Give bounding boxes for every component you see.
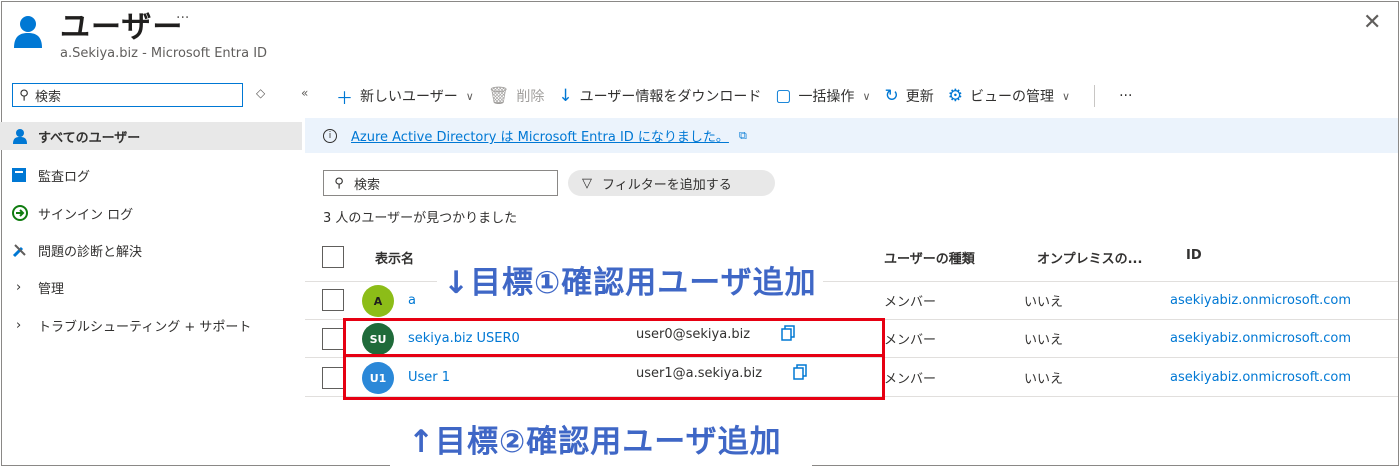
user-name-link[interactable]: a (408, 293, 416, 308)
info-icon: i (323, 128, 337, 143)
page-title: ユーザー (60, 10, 184, 45)
highlight-divider (343, 354, 885, 357)
search-icon: ⚲ (19, 87, 29, 103)
row-checkbox[interactable] (322, 367, 344, 389)
identity-cell[interactable]: asekiyabiz.onmicrosoft.com (1170, 370, 1351, 385)
identity-cell[interactable]: asekiyabiz.onmicrosoft.com (1170, 331, 1351, 346)
sign-in-icon (12, 205, 38, 221)
sidebar-search-input[interactable]: ⚲ 検索 (12, 83, 243, 107)
more-options-icon[interactable]: ··· (176, 10, 189, 26)
refresh-icon: ↻ (884, 86, 899, 106)
goal-1-annotation: ↓目標①確認用ユーザ追加 (437, 257, 823, 302)
external-link-icon: ⧉ (738, 128, 747, 142)
sidebar-collapse-controls[interactable]: ◇ « (256, 86, 324, 100)
user-type-cell: メンバー (884, 333, 937, 348)
chevron-down-icon: ∨ (1062, 89, 1071, 103)
more-commands-button[interactable]: ··· (1119, 88, 1132, 104)
chevron-down-icon: ∨ (862, 89, 871, 103)
row-checkbox[interactable] (322, 328, 344, 350)
user-icon (12, 128, 38, 144)
audit-log-icon (12, 168, 38, 182)
toolbar-divider (1094, 85, 1096, 107)
column-header-user-type[interactable]: ユーザーの種類 (884, 248, 975, 267)
chevron-right-icon: › (16, 279, 22, 295)
sidebar-item-all-users[interactable]: すべてのユーザー (0, 122, 302, 150)
user-type-cell: メンバー (884, 295, 937, 310)
chevron-right-icon: › (16, 317, 22, 333)
result-count: 3 人のユーザーが見つかりました (323, 211, 518, 226)
column-header-on-premises[interactable]: オンプレミスの... (1037, 248, 1142, 267)
on-premises-cell: いいえ (1024, 295, 1064, 310)
filter-icon: ▽ (582, 175, 592, 191)
goal-2-annotation: ↑目標②確認用ユーザ追加 (390, 416, 812, 467)
close-icon[interactable]: ✕ (1363, 10, 1381, 35)
download-users-button[interactable]: ↓ ユーザー情報をダウンロード (558, 86, 761, 106)
refresh-button[interactable]: ↻ 更新 (885, 86, 934, 106)
on-premises-cell: いいえ (1024, 333, 1064, 348)
avatar: A (362, 285, 394, 317)
sidebar-item-troubleshooting[interactable]: › トラブルシューティング + サポート (12, 311, 251, 339)
manage-view-button[interactable]: ⚙ ビューの管理 ∨ (948, 86, 1070, 106)
add-filter-button[interactable]: ▽ フィルターを追加する (568, 170, 775, 196)
delete-button[interactable]: 🗑 削除 (488, 86, 545, 106)
plus-icon: ＋ (336, 88, 353, 109)
row-checkbox[interactable] (322, 289, 344, 311)
page-subtitle: a.Sekiya.biz - Microsoft Entra ID (60, 46, 268, 61)
info-banner: i Azure Active Directory は Microsoft Ent… (305, 118, 1398, 153)
trash-icon: 🗑 (487, 86, 510, 106)
search-icon: ⚲ (334, 175, 344, 191)
wrench-icon (12, 242, 38, 258)
sidebar-item-manage[interactable]: › 管理 (12, 273, 64, 301)
select-all-checkbox[interactable] (322, 246, 344, 268)
user-type-cell: メンバー (884, 372, 937, 387)
gear-icon: ⚙ (947, 86, 963, 106)
chevron-down-icon: ∨ (465, 89, 474, 103)
download-icon: ↓ (558, 86, 573, 106)
column-header-id[interactable]: ID (1186, 248, 1202, 263)
column-header-display-name[interactable]: 表示名 (375, 248, 414, 267)
on-premises-cell: いいえ (1024, 372, 1064, 387)
entra-rename-link[interactable]: Azure Active Directory は Microsoft Entra… (351, 126, 729, 145)
user-icon (14, 16, 42, 48)
document-icon: ▢ (775, 86, 792, 106)
sidebar-item-audit-log[interactable]: 監査ログ (12, 161, 90, 189)
command-bar: ＋ 新しいユーザー ∨ 🗑 削除 ↓ ユーザー情報をダウンロード ▢ 一括操作 … (336, 83, 1146, 109)
sidebar-item-diagnose[interactable]: 問題の診断と解決 (12, 236, 142, 264)
user-search-input[interactable]: ⚲ 検索 (323, 170, 558, 196)
new-user-button[interactable]: ＋ 新しいユーザー ∨ (336, 84, 474, 109)
identity-cell[interactable]: asekiyabiz.onmicrosoft.com (1170, 293, 1351, 308)
highlight-box (343, 318, 885, 400)
bulk-operations-button[interactable]: ▢ 一括操作 ∨ (775, 86, 870, 106)
sidebar-item-sign-in-log[interactable]: サインイン ログ (12, 199, 133, 227)
